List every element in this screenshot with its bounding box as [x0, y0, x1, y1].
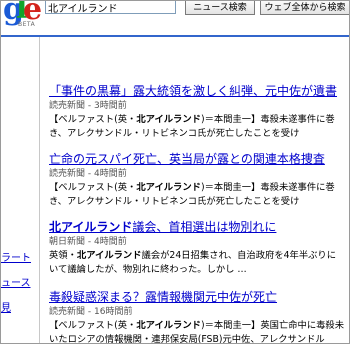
header-divider [1, 35, 349, 37]
google-logo[interactable]: g l e BETA [3, 1, 41, 33]
beta-label: BETA [18, 21, 36, 28]
result-snippet: 【ベルファスト(英・北アイルランド)＝本間圭一】毒殺未遂事件に巻 [49, 182, 335, 193]
result-source: 読売新聞 - 3時間前 [49, 101, 127, 111]
result-snippet-line2: いたロシアの情報機関・連邦保安局(FSB)元中佐、アレクサンドル [49, 334, 325, 344]
result-snippet-line2: き、アレクサンドル・リトビネンコ氏が死亡したことを受け [49, 196, 300, 207]
sidebar-item-news[interactable]: ュース [1, 274, 31, 289]
result-title-link[interactable]: 「事件の黒幕」露大統領を激しく糾弾、元中佐が遺書 [49, 84, 349, 99]
sidebar-divider [39, 37, 40, 343]
result-snippet: 【ベルファスト(英・北アイルランド)＝本間圭一】毒殺未遂事件に巻 [49, 114, 335, 125]
news-result: 北アイルランド議会、首相選出は物別れに 朝日新聞 - 4時間前 英領・北アイルラ… [49, 220, 349, 276]
news-search-page: g l e BETA ニュース検索 ウェブ全体から検索 ラート ュース 見 「事… [0, 0, 350, 344]
search-input[interactable] [45, 1, 176, 14]
result-source: 朝日新聞 - 4時間前 [49, 237, 127, 247]
result-source: 読売新聞 - 4時間前 [49, 169, 127, 179]
news-result: 「事件の黒幕」露大統領を激しく糾弾、元中佐が遺書 読売新聞 - 3時間前 【ベル… [49, 84, 349, 140]
result-title-link[interactable]: 北アイルランド議会、首相選出は物別れに [49, 220, 349, 235]
result-snippet-line2: き、アレクサンドル・リトビネンコ氏が死亡したことを受け [49, 128, 300, 139]
result-snippet: 英領・北アイルランド議会が24日招集され、自治政府を4年半ぶりに [49, 250, 337, 261]
result-snippet-line2: いて議論したが、物別れに終わった。しかし … [49, 264, 247, 275]
web-search-button[interactable]: ウェブ全体から検索 [260, 1, 349, 15]
news-search-button[interactable]: ニュース検索 [185, 1, 255, 15]
result-source: 読売新聞 - 16時間前 [49, 307, 133, 317]
result-title-link[interactable]: 毒殺疑惑深まる？露情報機関元中佐が死亡 [49, 290, 349, 305]
sidebar-item-alerts[interactable]: ラート [1, 249, 31, 264]
result-title-link[interactable]: 亡命の元スパイ死亡、英当局が露との関連本格捜査 [49, 152, 349, 167]
news-result: 毒殺疑惑深まる？露情報機関元中佐が死亡 読売新聞 - 16時間前 【ベルファスト… [49, 290, 349, 344]
news-result: 亡命の元スパイ死亡、英当局が露との関連本格捜査 読売新聞 - 4時間前 【ベルフ… [49, 152, 349, 208]
sidebar-item-view[interactable]: 見 [1, 299, 11, 314]
result-snippet: 【ベルファスト(英・北アイルランド)＝本間圭一】英国亡命中に毒殺未 [49, 320, 345, 331]
